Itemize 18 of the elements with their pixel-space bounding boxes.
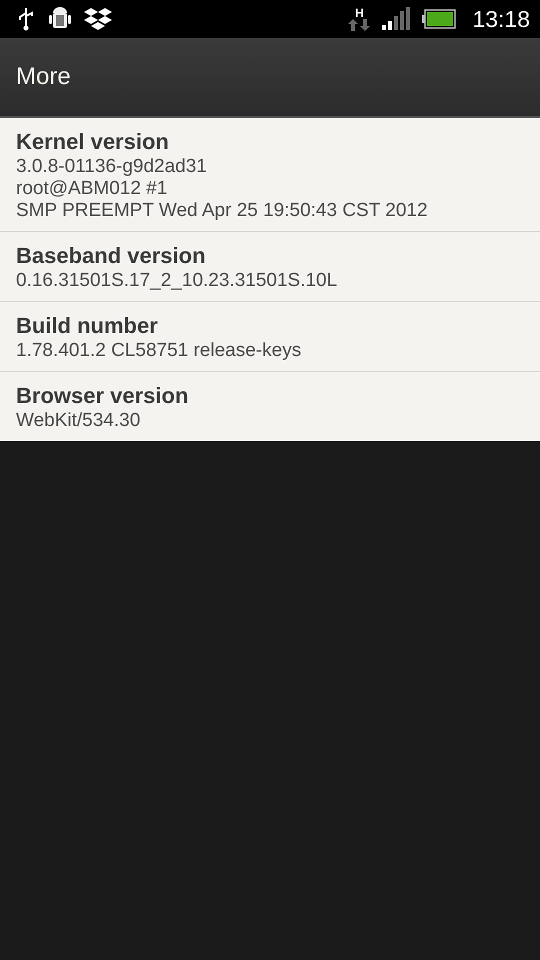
item-title: Baseband version — [16, 242, 207, 270]
screen-title: More — [16, 63, 71, 91]
item-title: Kernel version — [16, 128, 170, 156]
item-title: Build number — [16, 312, 159, 340]
network-type-label: H — [355, 7, 364, 19]
item-value: SMP PREEMPT Wed Apr 25 19:50:43 CST 2012 — [16, 200, 429, 222]
item-value: 3.0.8-01136-g9d2ad31 — [16, 156, 208, 178]
data-arrows-icon — [348, 19, 370, 31]
item-value: WebKit/534.30 — [16, 410, 142, 432]
dropbox-icon — [84, 6, 112, 32]
item-title: Browser version — [16, 382, 190, 410]
usb-icon — [16, 7, 36, 31]
item-value: root@ABM012 #1 — [16, 178, 168, 200]
item-value: 1.78.401.2 CL58751 release-keys — [16, 340, 302, 362]
battery-icon — [422, 9, 456, 29]
clock-time: 13:18 — [472, 6, 530, 32]
item-value: 0.16.31501S.17_2_10.23.31501S.10L — [16, 270, 338, 292]
signal-icon — [382, 7, 410, 31]
